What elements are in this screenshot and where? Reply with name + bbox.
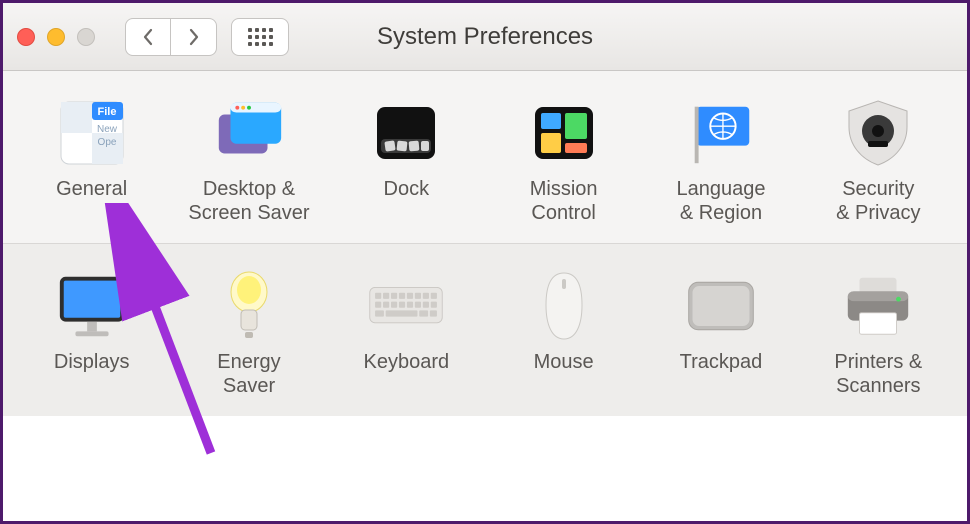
pref-label: Mouse — [534, 350, 594, 374]
pref-label: Keyboard — [364, 350, 450, 374]
pref-desktop-screen-saver[interactable]: Desktop &Screen Saver — [170, 95, 327, 225]
zoom-window-button[interactable] — [77, 28, 95, 46]
pref-label: Printers &Scanners — [834, 350, 922, 398]
pref-label: Displays — [54, 350, 130, 374]
printers-scanners-icon — [840, 268, 916, 344]
trackpad-icon — [683, 268, 759, 344]
pref-label: Language& Region — [677, 177, 766, 225]
toolbar: System Preferences — [3, 3, 967, 71]
language-region-icon — [683, 95, 759, 171]
pref-keyboard[interactable]: Keyboard — [328, 268, 485, 398]
window-controls — [17, 28, 95, 46]
security-privacy-icon — [840, 95, 916, 171]
pref-language-region[interactable]: Language& Region — [642, 95, 799, 225]
pref-printers-scanners[interactable]: Printers &Scanners — [800, 268, 957, 398]
nav-buttons — [125, 18, 217, 56]
chevron-left-icon — [141, 28, 155, 46]
pref-label: General — [56, 177, 127, 201]
svg-text:New: New — [97, 124, 118, 135]
pref-label: MissionControl — [530, 177, 598, 225]
pref-mouse[interactable]: Mouse — [485, 268, 642, 398]
pref-security-privacy[interactable]: Security& Privacy — [800, 95, 957, 225]
chevron-right-icon — [187, 28, 201, 46]
energy-saver-icon — [211, 268, 287, 344]
pref-label: Dock — [384, 177, 430, 201]
forward-button[interactable] — [171, 18, 217, 56]
svg-text:Ope: Ope — [97, 137, 116, 148]
displays-icon — [54, 268, 130, 344]
grid-icon — [248, 28, 273, 46]
pref-displays[interactable]: Displays — [13, 268, 170, 398]
pref-trackpad[interactable]: Trackpad — [642, 268, 799, 398]
pref-label: EnergySaver — [217, 350, 280, 398]
pref-row-2: Displays EnergySaver Keyboard — [3, 244, 967, 416]
pref-dock[interactable]: Dock — [328, 95, 485, 225]
mission-control-icon — [526, 95, 602, 171]
pref-energy-saver[interactable]: EnergySaver — [170, 268, 327, 398]
keyboard-icon — [368, 268, 444, 344]
close-window-button[interactable] — [17, 28, 35, 46]
pref-label: Trackpad — [680, 350, 763, 374]
svg-text:File: File — [97, 106, 116, 118]
pref-row-1: File New Ope General Desktop &Screen Sav… — [3, 71, 967, 244]
pref-general[interactable]: File New Ope General — [13, 95, 170, 225]
minimize-window-button[interactable] — [47, 28, 65, 46]
show-all-button[interactable] — [231, 18, 289, 56]
dock-icon — [368, 95, 444, 171]
desktop-icon — [211, 95, 287, 171]
pref-mission-control[interactable]: MissionControl — [485, 95, 642, 225]
back-button[interactable] — [125, 18, 171, 56]
mouse-icon — [526, 268, 602, 344]
pref-label: Security& Privacy — [836, 177, 920, 225]
general-icon: File New Ope — [54, 95, 130, 171]
pref-label: Desktop &Screen Saver — [188, 177, 309, 225]
